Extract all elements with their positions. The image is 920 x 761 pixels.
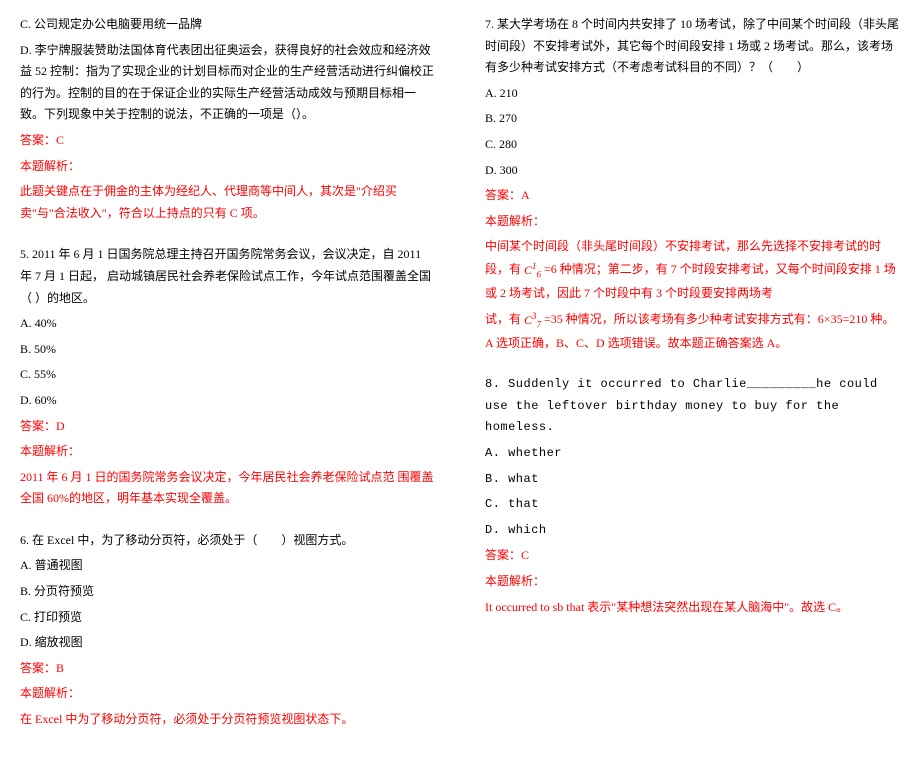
answer-label: 答案：B [20,658,435,680]
question-8: 8. Suddenly it occurred to Charlie______… [485,374,900,618]
question-7: 7. 某大学考场在 8 个时间内共安排了 10 场考试，除了中间某个时间段（非头… [485,14,900,354]
option-d: D. 李宁牌服装赞助法国体育代表团出征奥运会，获得良好的社会效应和经济效益 52… [20,40,435,126]
option-c: C. 打印预览 [20,607,435,629]
answer-label: 答案：C [20,130,435,152]
question-stem: 8. Suddenly it occurred to Charlie______… [485,374,900,439]
option-a: A. 40% [20,313,435,335]
question-stem: 5. 2011 年 6 月 1 日国务院总理主持召开国务院常务会议，会议决定，自… [20,244,435,309]
analysis-label: 本题解析： [485,571,900,593]
math-c61: C16 [524,263,541,277]
option-b: B. 50% [20,339,435,361]
option-c: C. 公司规定办公电脑要用统一品牌 [20,14,435,36]
option-d: D. 300 [485,160,900,182]
option-d: D. 60% [20,390,435,412]
analysis-text: 在 Excel 中为了移动分页符，必须处于分页符预览视图状态下。 [20,709,435,731]
right-column: 7. 某大学考场在 8 个时间内共安排了 10 场考试，除了中间某个时间段（非头… [475,10,910,751]
option-c: C. 280 [485,134,900,156]
answer-label: 答案：A [485,185,900,207]
option-a: A. whether [485,443,900,465]
analysis-part-2b: =35 种情况，所以该考场有多少种考试安排方式有：6×35=210 种。A 选项… [485,312,894,350]
question-5: 5. 2011 年 6 月 1 日国务院总理主持召开国务院常务会议，会议决定，自… [20,244,435,510]
analysis-label: 本题解析： [20,441,435,463]
option-a: A. 210 [485,83,900,105]
option-a: A. 普通视图 [20,555,435,577]
analysis-text: It occurred to sb that 表示"某种想法突然出现在某人脑海中… [485,597,900,619]
question-stem: 6. 在 Excel 中，为了移动分页符，必须处于（ ）视图方式。 [20,530,435,552]
option-b: B. 分页符预览 [20,581,435,603]
answer-label: 答案：D [20,416,435,438]
analysis-label: 本题解析： [20,683,435,705]
math-c73: C37 [524,313,541,327]
option-b: B. 270 [485,108,900,130]
analysis-text: 2011 年 6 月 1 日的国务院常务会议决定，今年居民社会养老保险试点范 围… [20,467,435,510]
option-b: B. what [485,469,900,491]
analysis-part-1b: =6 种情况；第二步，有 7 个时段安排考试，又每个时间段安排 1 场或 2 场… [485,262,896,300]
analysis-text: 此题关键点在于佣金的主体为经纪人、代理商等中间人，其次是"介绍买卖"与"合法收入… [20,181,435,224]
analysis-part-2a: 试，有 [485,312,524,326]
analysis-text-2: 试，有 C37 =35 种情况，所以该考场有多少种考试安排方式有：6×35=21… [485,308,900,354]
analysis-label: 本题解析： [485,211,900,233]
question-6: 6. 在 Excel 中，为了移动分页符，必须处于（ ）视图方式。 A. 普通视… [20,530,435,731]
left-column: C. 公司规定办公电脑要用统一品牌 D. 李宁牌服装赞助法国体育代表团出征奥运会… [10,10,445,751]
question-stem: 7. 某大学考场在 8 个时间内共安排了 10 场考试，除了中间某个时间段（非头… [485,14,900,79]
option-d: D. which [485,520,900,542]
option-c: C. that [485,494,900,516]
question-4-partial: C. 公司规定办公电脑要用统一品牌 D. 李宁牌服装赞助法国体育代表团出征奥运会… [20,14,435,224]
answer-label: 答案：C [485,545,900,567]
analysis-text-1: 中间某个时间段（非头尾时间段）不安排考试，那么先选择不安排考试的时段，有 C16… [485,236,900,304]
analysis-label: 本题解析： [20,156,435,178]
option-c: C. 55% [20,364,435,386]
